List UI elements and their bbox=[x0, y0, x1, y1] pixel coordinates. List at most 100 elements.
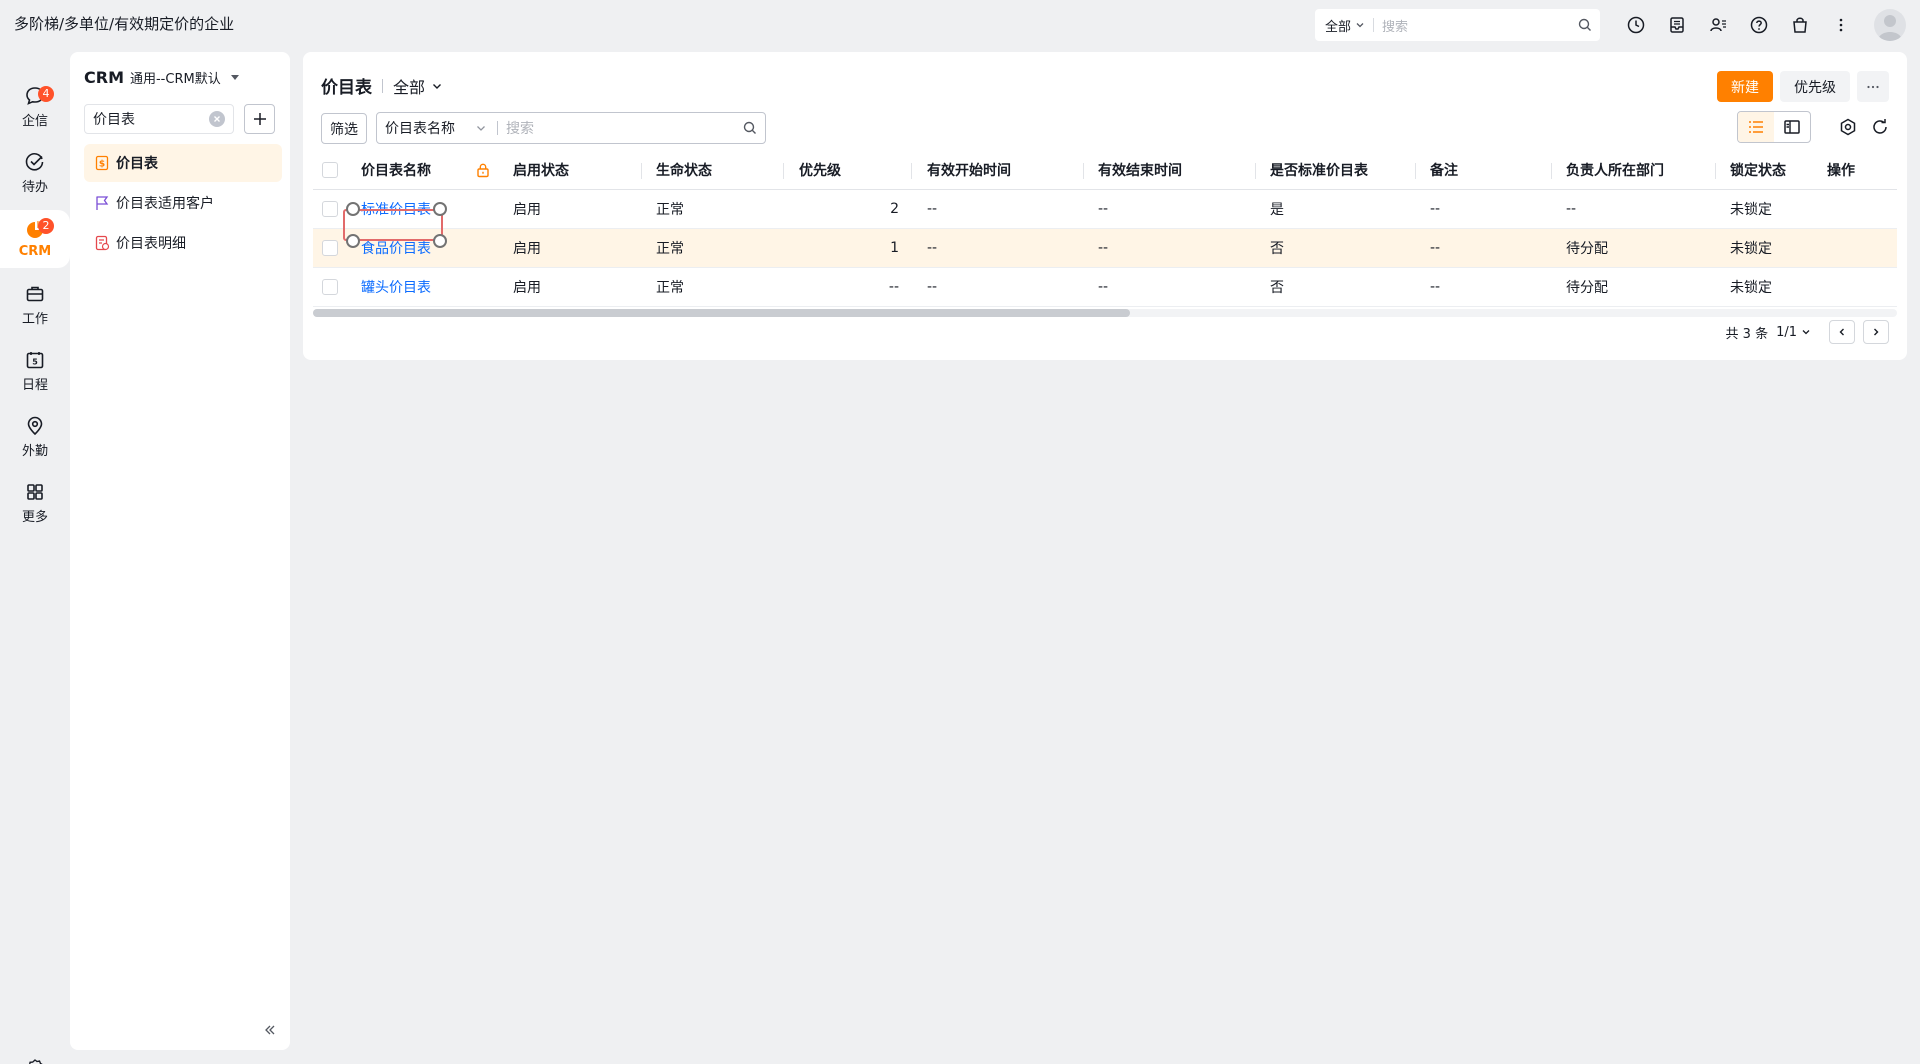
column-divider[interactable] bbox=[783, 163, 784, 179]
column-header[interactable]: 价目表名称 bbox=[361, 151, 431, 189]
history-clock-icon[interactable] bbox=[1622, 11, 1650, 39]
search-icon[interactable] bbox=[1570, 18, 1600, 32]
rail-item-crm[interactable]: CRM 2 bbox=[0, 210, 70, 268]
resize-handle[interactable] bbox=[346, 202, 360, 216]
cell-end-time: -- bbox=[1098, 201, 1109, 217]
object-item-price-list-customers[interactable]: 价目表适用客户 bbox=[84, 184, 282, 222]
column-divider[interactable] bbox=[641, 163, 642, 179]
company-name: 多阶梯/多单位/有效期定价的企业 bbox=[14, 15, 235, 33]
object-item-price-list[interactable]: $ 价目表 bbox=[84, 144, 282, 182]
cell-note: -- bbox=[1430, 201, 1441, 217]
help-icon[interactable] bbox=[1745, 11, 1773, 39]
search-field-select[interactable]: 价目表名称 bbox=[377, 118, 497, 138]
rail-item-field[interactable]: 外勤 bbox=[0, 408, 70, 466]
global-search-input[interactable]: 搜索 bbox=[1374, 16, 1570, 35]
column-divider[interactable] bbox=[1715, 163, 1716, 179]
resize-handle[interactable] bbox=[346, 234, 360, 248]
settings-gear-icon[interactable] bbox=[21, 1054, 49, 1064]
filter-button[interactable]: 筛选 bbox=[321, 113, 367, 144]
cell-lock-status: 未锁定 bbox=[1730, 241, 1772, 257]
clear-icon[interactable] bbox=[209, 111, 225, 127]
column-divider[interactable] bbox=[1551, 163, 1552, 179]
column-header[interactable]: 有效开始时间 bbox=[927, 151, 1011, 189]
column-divider[interactable] bbox=[1255, 163, 1256, 179]
view-selector[interactable]: 全部 bbox=[393, 74, 443, 98]
search-scope-select[interactable]: 全部 bbox=[1315, 16, 1373, 35]
column-header[interactable]: 生命状态 bbox=[656, 151, 712, 189]
cell-start-time: -- bbox=[927, 240, 938, 256]
object-search-input[interactable]: 价目表 bbox=[84, 104, 234, 134]
list-view-icon[interactable] bbox=[1738, 112, 1774, 142]
inbox-icon[interactable] bbox=[1663, 11, 1691, 39]
rail-item-more[interactable]: 更多 bbox=[0, 474, 70, 532]
chevron-down-icon bbox=[477, 126, 485, 131]
app-switcher[interactable]: CRM 通用--CRM默认 bbox=[84, 68, 239, 87]
avatar[interactable] bbox=[1874, 9, 1906, 41]
prev-page-button[interactable] bbox=[1829, 320, 1855, 344]
search-icon[interactable] bbox=[735, 121, 765, 135]
chevron-down-icon bbox=[433, 83, 442, 89]
horizontal-scrollbar[interactable] bbox=[313, 309, 1897, 317]
contacts-icon[interactable] bbox=[1704, 11, 1732, 39]
cell-lock-status: 未锁定 bbox=[1730, 202, 1772, 218]
next-page-button[interactable] bbox=[1863, 320, 1889, 344]
price-list-name-link[interactable]: 罐头价目表 bbox=[361, 268, 431, 306]
cell-is-standard: 否 bbox=[1270, 280, 1284, 296]
column-header[interactable]: 是否标准价目表 bbox=[1270, 151, 1368, 189]
list-search-input[interactable]: 搜索 bbox=[498, 118, 735, 138]
cell-enabled: 启用 bbox=[513, 202, 541, 218]
rail-item-work[interactable]: 工作 bbox=[0, 276, 70, 334]
rail-item-label: CRM bbox=[18, 244, 52, 259]
cell-owner-dept: -- bbox=[1566, 201, 1577, 217]
rail-item-label: 更多 bbox=[21, 510, 48, 525]
rail-item-label: 外勤 bbox=[21, 444, 48, 459]
scrollbar-thumb[interactable] bbox=[313, 309, 1130, 317]
price-list-table: 价目表名称 启用状态 生命状态 优先级 有效开始时间 有效结束时间 是否标准价目… bbox=[313, 151, 1897, 307]
split-view-icon[interactable] bbox=[1774, 112, 1810, 142]
calendar-day: 5 bbox=[32, 358, 38, 367]
rail-item-messages[interactable]: 企信 4 bbox=[0, 78, 70, 136]
refresh-icon[interactable] bbox=[1868, 115, 1892, 139]
object-item-price-list-details[interactable]: 价目表明细 bbox=[84, 224, 282, 262]
table-settings-icon[interactable] bbox=[1836, 115, 1860, 139]
column-divider[interactable] bbox=[911, 163, 912, 179]
priority-button[interactable]: 优先级 bbox=[1780, 71, 1850, 102]
column-header[interactable]: 锁定状态 bbox=[1730, 151, 1786, 189]
page-select[interactable]: 1/1 bbox=[1776, 325, 1811, 340]
more-vertical-icon[interactable] bbox=[1827, 11, 1855, 39]
total-count: 共 3 条 bbox=[1725, 326, 1769, 342]
new-button[interactable]: 新建 bbox=[1717, 71, 1773, 102]
collapse-panel-icon[interactable] bbox=[260, 1020, 280, 1040]
shopping-bag-icon[interactable] bbox=[1786, 11, 1814, 39]
column-header[interactable]: 优先级 bbox=[799, 151, 841, 189]
column-divider[interactable] bbox=[1415, 163, 1416, 179]
cell-end-time: -- bbox=[1098, 240, 1109, 256]
column-header[interactable]: 负责人所在部门 bbox=[1566, 151, 1664, 189]
view-toggle bbox=[1737, 111, 1811, 143]
lock-icon bbox=[475, 151, 491, 189]
cell-start-time: -- bbox=[927, 279, 938, 295]
table-row[interactable]: 标准价目表 启用 正常 2 -- -- 是 -- -- 未锁定 bbox=[313, 190, 1897, 229]
table-row[interactable]: 罐头价目表 启用 正常 -- -- -- 否 -- 待分配 未锁定 bbox=[313, 268, 1897, 307]
cell-end-time: -- bbox=[1098, 279, 1109, 295]
rail-item-calendar[interactable]: 5 日程 bbox=[0, 342, 70, 400]
chevron-down-icon bbox=[1356, 23, 1364, 28]
cell-priority: -- bbox=[888, 279, 899, 295]
global-search: 全部 搜索 bbox=[1315, 9, 1600, 41]
rail-item-todo[interactable]: 待办 bbox=[0, 144, 70, 202]
more-actions-button[interactable] bbox=[1857, 71, 1889, 102]
row-checkbox[interactable] bbox=[322, 268, 338, 306]
row-checkbox[interactable] bbox=[322, 229, 338, 267]
select-all-checkbox[interactable] bbox=[322, 151, 338, 189]
column-divider[interactable] bbox=[1083, 163, 1084, 179]
resize-handle[interactable] bbox=[433, 234, 447, 248]
resize-handle[interactable] bbox=[433, 202, 447, 216]
column-header[interactable]: 启用状态 bbox=[513, 151, 569, 189]
row-checkbox[interactable] bbox=[322, 190, 338, 228]
add-object-button[interactable] bbox=[244, 104, 275, 134]
table-row[interactable]: 食品价目表 启用 正常 1 -- -- 否 -- 待分配 未锁定 bbox=[313, 229, 1897, 268]
calendar-icon: 5 bbox=[26, 352, 44, 369]
grid-icon bbox=[27, 484, 43, 500]
column-header[interactable]: 备注 bbox=[1430, 151, 1458, 189]
column-header[interactable]: 有效结束时间 bbox=[1098, 151, 1182, 189]
